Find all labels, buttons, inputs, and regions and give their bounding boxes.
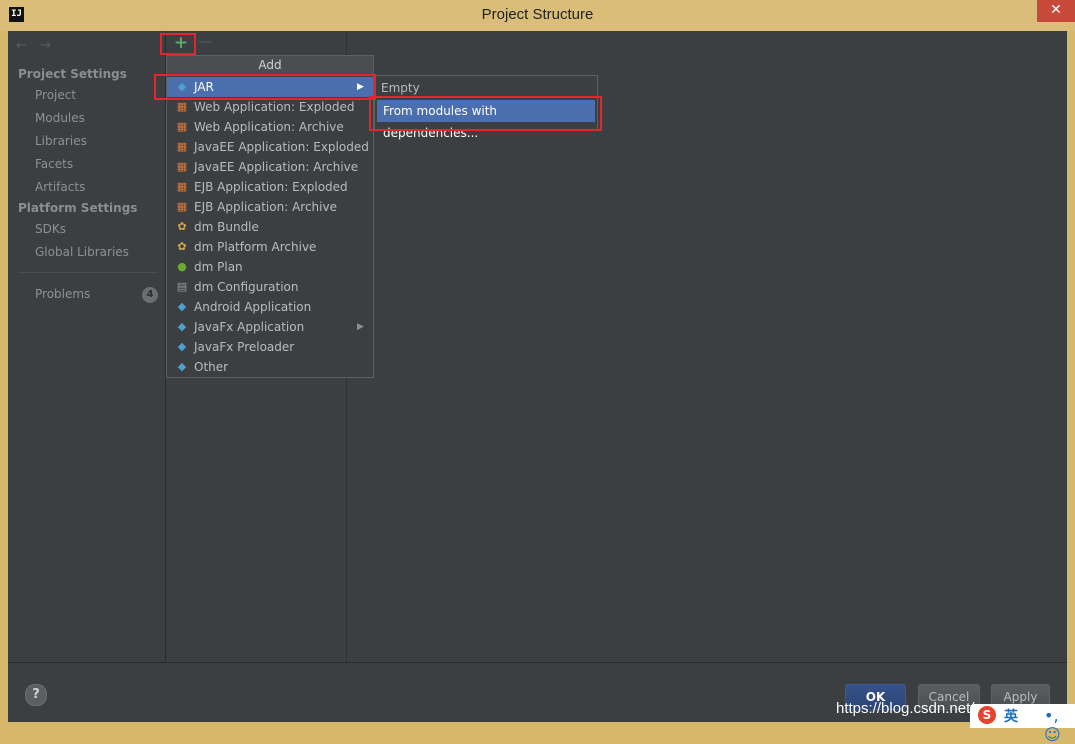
diamond-icon: ◆: [177, 340, 187, 353]
menu-item-label: dm Plan: [194, 260, 243, 274]
submenu-item-label: Empty: [381, 81, 420, 95]
submenu-item-from-modules[interactable]: From modules with dependencies...: [377, 100, 595, 140]
help-button[interactable]: ?: [25, 684, 47, 706]
menu-item-other[interactable]: ◆ Other: [167, 357, 373, 377]
settings-sidebar: ← → Project Settings Project Modules Lib…: [8, 31, 166, 662]
diamond-icon: ◆: [177, 360, 187, 373]
forward-arrow-icon[interactable]: →: [40, 38, 51, 53]
sidebar-divider: [18, 272, 158, 273]
diamond-icon: ◆: [177, 80, 187, 93]
menu-item-label: JavaFx Application: [194, 320, 305, 334]
menu-item-label: Web Application: Exploded: [194, 100, 355, 114]
menu-item-label: EJB Application: Archive: [194, 200, 337, 214]
jar-submenu: Empty From modules with dependencies...: [374, 75, 598, 140]
box-icon: ▦: [176, 180, 188, 193]
menu-item-javaee-archive[interactable]: ▦ JavaEE Application: Archive: [167, 157, 373, 177]
menu-item-javaee-exploded[interactable]: ▦ JavaEE Application: Exploded: [167, 137, 373, 157]
menu-item-dm-platform-archive[interactable]: ✿ dm Platform Archive: [167, 237, 373, 257]
menu-item-javafx-application[interactable]: ◆ JavaFx Application ▶: [167, 317, 373, 337]
menu-item-android-application[interactable]: ◆ Android Application: [167, 297, 373, 317]
menu-item-label: dm Configuration: [194, 280, 299, 294]
sidebar-item-modules[interactable]: Modules: [35, 111, 85, 125]
menu-item-label: JavaEE Application: Archive: [194, 160, 359, 174]
title-bar: IJ Project Structure ✕: [0, 0, 1075, 31]
sidebar-item-facets[interactable]: Facets: [35, 157, 73, 171]
submenu-arrow-icon: ▶: [357, 322, 364, 332]
add-artifact-button[interactable]: +: [169, 35, 193, 52]
smiley-icon[interactable]: •, ☺: [1044, 706, 1075, 744]
menu-item-javafx-preloader[interactable]: ◆ JavaFx Preloader: [167, 337, 373, 357]
menu-item-label: JavaEE Application: Exploded: [194, 140, 369, 154]
project-settings-heading: Project Settings: [18, 67, 127, 81]
menu-item-label: EJB Application: Exploded: [194, 180, 348, 194]
submenu-arrow-icon: ▶: [357, 82, 364, 92]
box-icon: ▦: [176, 200, 188, 213]
add-artifact-menu: Add ◆ JAR ▶ ▦ Web Application: Exploded …: [166, 55, 374, 378]
sogou-logo-icon[interactable]: S: [978, 706, 996, 724]
diamond-icon: ◆: [177, 300, 187, 313]
menu-item-web-app-exploded[interactable]: ▦ Web Application: Exploded: [167, 97, 373, 117]
submenu-item-empty[interactable]: Empty: [375, 77, 597, 99]
menu-item-label: dm Platform Archive: [194, 240, 317, 254]
add-menu-title: Add: [167, 56, 373, 74]
close-window-button[interactable]: ✕: [1037, 0, 1075, 22]
project-structure-dialog: ← → Project Settings Project Modules Lib…: [8, 31, 1067, 722]
sidebar-item-problems[interactable]: Problems: [35, 287, 90, 301]
platform-settings-heading: Platform Settings: [18, 201, 138, 215]
window-title: Project Structure: [481, 6, 594, 23]
ime-language-indicator[interactable]: 英: [1004, 706, 1018, 726]
menu-item-web-app-archive[interactable]: ▦ Web Application: Archive: [167, 117, 373, 137]
menu-item-label: Other: [194, 360, 229, 374]
menu-item-label: Web Application: Archive: [194, 120, 344, 134]
sidebar-item-artifacts[interactable]: Artifacts: [35, 180, 85, 194]
sidebar-item-project[interactable]: Project: [35, 88, 76, 102]
remove-artifact-button[interactable]: —: [198, 34, 212, 50]
menu-item-label: dm Bundle: [194, 220, 259, 234]
back-arrow-icon[interactable]: ←: [16, 38, 27, 53]
globe-icon: ●: [177, 260, 187, 273]
problems-count-badge: 4: [142, 287, 158, 303]
menu-item-ejb-exploded[interactable]: ▦ EJB Application: Exploded: [167, 177, 373, 197]
menu-item-label: Android Application: [194, 300, 312, 314]
menu-item-dm-plan[interactable]: ● dm Plan: [167, 257, 373, 277]
menu-item-label: JAR: [194, 80, 214, 94]
sidebar-item-global-libraries[interactable]: Global Libraries: [35, 245, 129, 259]
diamond-icon: ◆: [177, 320, 187, 333]
submenu-item-label: From modules with dependencies...: [383, 104, 498, 140]
box-icon: ▦: [176, 140, 188, 153]
box-icon: ▦: [176, 120, 188, 133]
menu-item-ejb-archive[interactable]: ▦ EJB Application: Archive: [167, 197, 373, 217]
gear-icon: ✿: [177, 240, 187, 253]
sidebar-item-sdks[interactable]: SDKs: [35, 222, 66, 236]
menu-item-label: JavaFx Preloader: [194, 340, 295, 354]
box-icon: ▦: [176, 100, 188, 113]
menu-item-jar[interactable]: ◆ JAR ▶: [167, 77, 373, 97]
box-icon: ▦: [176, 160, 188, 173]
sidebar-item-libraries[interactable]: Libraries: [35, 134, 87, 148]
gear-icon: ✿: [177, 220, 187, 233]
blog-watermark: https://blog.csdn.net/...: [836, 700, 987, 717]
menu-item-dm-configuration[interactable]: ▤ dm Configuration: [167, 277, 373, 297]
menu-item-dm-bundle[interactable]: ✿ dm Bundle: [167, 217, 373, 237]
document-icon: ▤: [176, 280, 188, 293]
